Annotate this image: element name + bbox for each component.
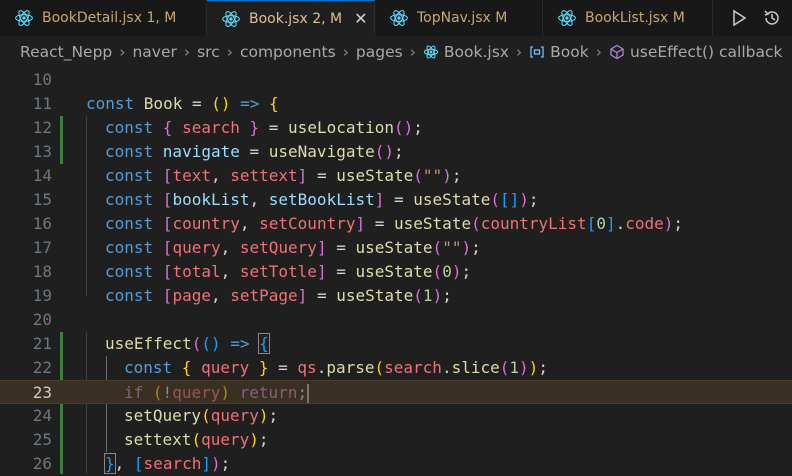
code-line: 26}, [search]); bbox=[0, 452, 792, 476]
line-number: 18 bbox=[32, 262, 52, 281]
chevron-right-icon: › bbox=[226, 43, 233, 61]
react-icon bbox=[558, 10, 576, 26]
editor-tab-bar: BookDetail.jsx 1, M Book.jsx 2, M ✕ TopN… bbox=[0, 0, 792, 36]
code-line: 18 const [total, setTotle] = useState(0); bbox=[0, 260, 792, 284]
breadcrumb-item[interactable]: components bbox=[240, 43, 336, 61]
code-line: 10 bbox=[0, 68, 792, 92]
tab-status: 2, M bbox=[312, 10, 343, 27]
breadcrumb-item[interactable]: Book bbox=[550, 43, 589, 61]
tab-topnav[interactable]: TopNav.jsx M bbox=[375, 0, 543, 36]
breadcrumb-item[interactable]: src bbox=[197, 43, 220, 61]
breadcrumb: React_Nepp › naver › src › components › page… bbox=[0, 36, 792, 68]
close-icon[interactable]: ✕ bbox=[354, 9, 367, 28]
react-icon bbox=[423, 45, 439, 59]
line-number: 13 bbox=[32, 142, 52, 161]
react-icon bbox=[390, 10, 408, 26]
chevron-right-icon: › bbox=[515, 43, 523, 61]
tab-label: BookDetail.jsx bbox=[42, 10, 143, 26]
line-number: 14 bbox=[32, 166, 52, 185]
react-icon bbox=[15, 10, 33, 26]
tab-booklist[interactable]: BookList.jsx M bbox=[543, 0, 713, 36]
breadcrumb-item[interactable]: Book.jsx bbox=[444, 43, 509, 61]
line-number: 17 bbox=[32, 238, 52, 257]
line-number: 23 bbox=[32, 383, 52, 402]
code-line: 13 const navigate = useNavigate(); bbox=[0, 140, 792, 164]
tab-book[interactable]: Book.jsx 2, M ✕ bbox=[207, 0, 375, 36]
tab-status: 1, M bbox=[146, 10, 177, 26]
code-line: 24 setQuery(query); bbox=[0, 404, 792, 428]
code-line: 21 useEffect(() => { bbox=[0, 332, 792, 356]
line-number: 11 bbox=[32, 94, 52, 113]
tab-label: Book.jsx bbox=[249, 10, 308, 27]
tab-label: BookList.jsx bbox=[585, 10, 669, 26]
line-number: 10 bbox=[32, 70, 52, 89]
line-number: 20 bbox=[32, 310, 52, 329]
react-icon bbox=[222, 10, 240, 27]
code-line: 19 const [page, setPage] = useState(1); bbox=[0, 284, 792, 308]
history-icon[interactable] bbox=[762, 8, 782, 28]
breadcrumb-item[interactable]: React_Nepp bbox=[20, 43, 112, 61]
run-icon[interactable] bbox=[730, 9, 748, 27]
line-number: 24 bbox=[32, 406, 52, 425]
tab-status: M bbox=[672, 10, 685, 26]
line-number: 19 bbox=[32, 286, 52, 305]
chevron-right-icon: › bbox=[183, 43, 191, 61]
code-line: 14 const [text, settext] = useState(""); bbox=[0, 164, 792, 188]
chevron-right-icon: › bbox=[119, 43, 126, 61]
line-number: 26 bbox=[32, 454, 52, 473]
method-symbol-icon bbox=[610, 44, 624, 60]
code-line: 12 const { search } = useLocation(); bbox=[0, 116, 792, 140]
line-number: 12 bbox=[32, 118, 52, 137]
code-line-current: 23 if (!query) return; bbox=[0, 380, 792, 404]
code-line: 15 const [bookList, setBookList] = useSta… bbox=[0, 188, 792, 212]
breadcrumb-item[interactable]: useEffect() callback bbox=[630, 43, 783, 61]
line-number: 21 bbox=[32, 334, 52, 353]
code-line: 25 settext(query); bbox=[0, 428, 792, 452]
tab-bookdetail[interactable]: BookDetail.jsx 1, M bbox=[0, 0, 207, 36]
chevron-right-icon: › bbox=[409, 43, 416, 61]
tab-status: M bbox=[495, 10, 508, 26]
code-line: 20 bbox=[0, 308, 792, 332]
code-line: 22 const { query } = qs.parse(search.slic… bbox=[0, 356, 792, 380]
chevron-right-icon: › bbox=[595, 43, 602, 61]
line-number: 16 bbox=[32, 214, 52, 233]
code-line: 16 const [country, setCountry] = useState… bbox=[0, 212, 792, 236]
code-editor[interactable]: 10 11 const Book = () => { 12 const { sear… bbox=[0, 68, 792, 474]
breadcrumb-item[interactable]: naver bbox=[132, 43, 176, 61]
breadcrumb-item[interactable]: pages bbox=[356, 43, 403, 61]
line-number: 25 bbox=[32, 430, 52, 449]
code-line: 11 const Book = () => { bbox=[0, 92, 792, 116]
tab-label: TopNav.jsx bbox=[417, 10, 491, 26]
text-cursor bbox=[307, 384, 310, 403]
variable-symbol-icon bbox=[530, 46, 544, 58]
chevron-right-icon: › bbox=[342, 43, 349, 61]
editor-actions bbox=[730, 0, 792, 36]
line-number: 22 bbox=[32, 358, 52, 377]
line-number: 15 bbox=[32, 190, 52, 209]
code-line: 17 const [query, setQuery] = useState("")… bbox=[0, 236, 792, 260]
